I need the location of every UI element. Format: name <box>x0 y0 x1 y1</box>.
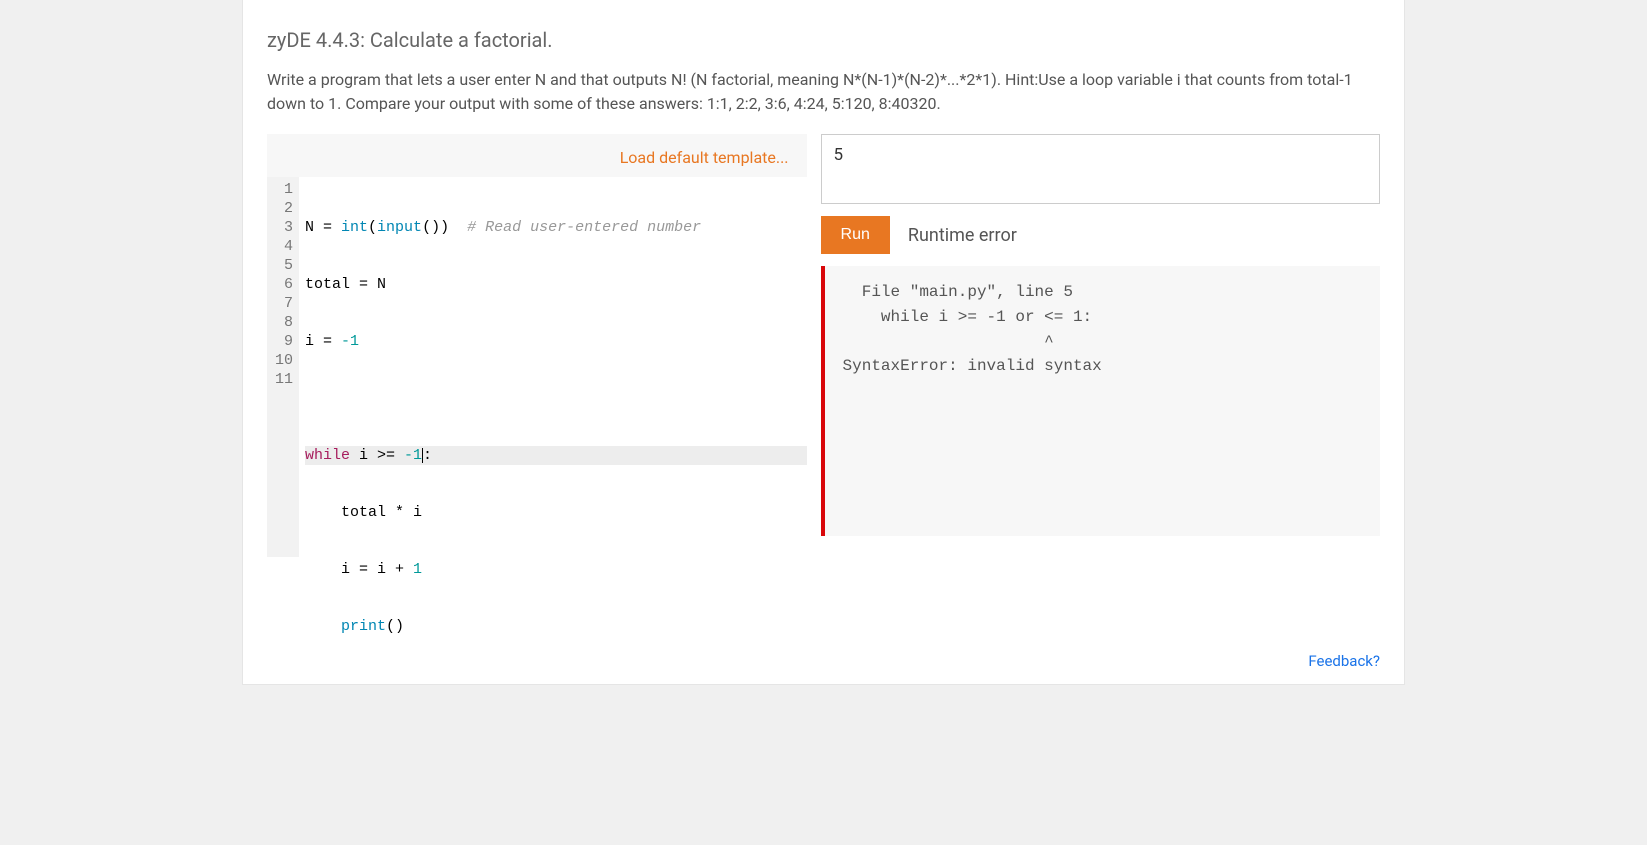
line-number-gutter: 1 2 3 4 5 6 7 8 9 10 11 <box>267 177 299 557</box>
code-line: N = int(input()) # Read user-entered num… <box>305 218 807 237</box>
code-line <box>305 389 807 408</box>
line-number: 4 <box>271 237 293 256</box>
code-line: total * i <box>305 503 807 522</box>
load-template-link[interactable]: Load default template... <box>620 148 789 167</box>
code-line: i = -1 <box>305 332 807 351</box>
activity-title: zyDE 4.4.3: Calculate a factorial. <box>267 28 1380 52</box>
code-line <box>305 788 807 807</box>
run-row: Run Runtime error <box>821 216 1380 254</box>
zyde-activity-card: zyDE 4.4.3: Calculate a factorial. Write… <box>242 0 1405 685</box>
stdin-input[interactable] <box>821 134 1380 204</box>
code-line: print() <box>305 617 807 636</box>
editor-panel: Load default template... 1 2 3 4 5 6 7 8… <box>267 134 807 557</box>
code-line: i = i + 1 <box>305 560 807 579</box>
code-editor[interactable]: 1 2 3 4 5 6 7 8 9 10 11 N = int(input())… <box>267 177 807 557</box>
run-button[interactable]: Run <box>821 216 890 254</box>
line-number: 10 <box>271 351 293 370</box>
line-number: 9 <box>271 332 293 351</box>
line-number: 8 <box>271 313 293 332</box>
workspace: Load default template... 1 2 3 4 5 6 7 8… <box>267 134 1380 557</box>
code-line <box>305 674 807 693</box>
line-number: 5 <box>271 256 293 275</box>
line-number: 1 <box>271 180 293 199</box>
code-line: total = N <box>305 275 807 294</box>
run-status: Runtime error <box>908 225 1017 246</box>
line-number: 7 <box>271 294 293 313</box>
editor-header: Load default template... <box>267 134 807 177</box>
line-number: 2 <box>271 199 293 218</box>
feedback-link[interactable]: Feedback? <box>1308 652 1380 670</box>
line-number: 11 <box>271 370 293 389</box>
line-number: 3 <box>271 218 293 237</box>
output-console: File "main.py", line 5 while i >= -1 or … <box>821 266 1380 536</box>
run-panel: Run Runtime error File "main.py", line 5… <box>821 134 1380 557</box>
code-line <box>305 731 807 750</box>
activity-instructions: Write a program that lets a user enter N… <box>267 68 1380 116</box>
code-lines[interactable]: N = int(input()) # Read user-entered num… <box>299 177 807 557</box>
code-line: while i >= -1: <box>305 446 807 465</box>
line-number: 6 <box>271 275 293 294</box>
